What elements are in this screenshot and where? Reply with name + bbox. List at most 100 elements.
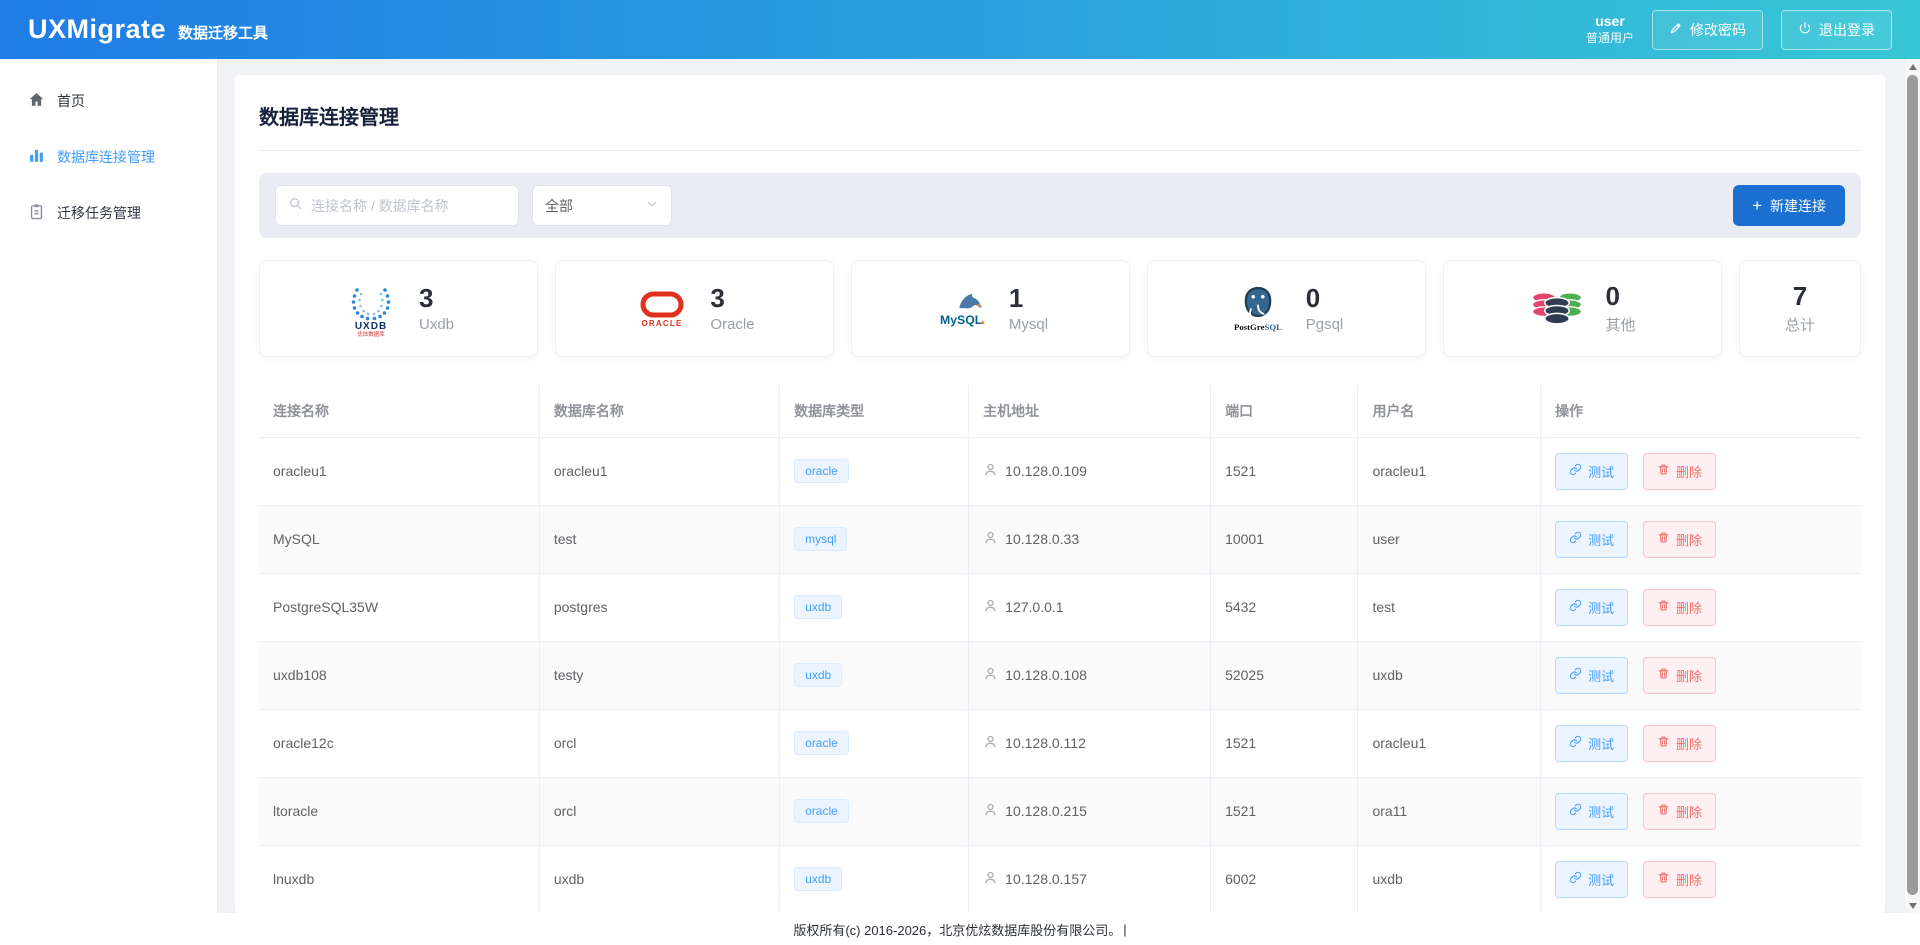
sidebar-item-migration-tasks[interactable]: 迁移任务管理 bbox=[0, 185, 217, 241]
logout-button[interactable]: 退出登录 bbox=[1781, 10, 1892, 50]
col-connection-name: 连接名称 bbox=[259, 385, 539, 437]
home-icon bbox=[28, 91, 45, 111]
copyright-text: 版权所有(c) 2016-2026，北京优炫数据库股份有限公司。 bbox=[793, 920, 1121, 939]
stat-card-mysql: MySQL 1 Mysql bbox=[851, 260, 1130, 357]
connection-name: MySQL bbox=[273, 531, 320, 547]
stats-row: UXDB 优炫数据库 3 Uxdb ORACLE bbox=[259, 260, 1861, 357]
stat-count: 3 bbox=[419, 284, 454, 314]
sidebar: 首页 数据库连接管理 迁移任务管理 bbox=[0, 59, 218, 913]
connection-name: PostgreSQL35W bbox=[273, 599, 378, 615]
app-header: UXMigrate 数据迁移工具 user 普通用户 修改密码 退出登录 bbox=[0, 0, 1920, 59]
link-icon bbox=[1569, 667, 1582, 683]
host-address: 10.128.0.33 bbox=[1005, 531, 1079, 547]
db-type-badge: uxdb bbox=[794, 595, 842, 619]
link-icon bbox=[1569, 735, 1582, 751]
port: 6002 bbox=[1225, 871, 1256, 887]
database-name: test bbox=[554, 531, 577, 547]
link-icon bbox=[1569, 599, 1582, 615]
username: user bbox=[1586, 13, 1634, 31]
main-content: 数据库连接管理 全部 + 新建连接 bbox=[218, 59, 1920, 913]
database-name: orcl bbox=[554, 735, 577, 751]
test-button[interactable]: 测试 bbox=[1555, 725, 1628, 762]
delete-button[interactable]: 删除 bbox=[1643, 861, 1716, 898]
stat-label: Uxdb bbox=[419, 316, 454, 333]
test-button[interactable]: 测试 bbox=[1555, 521, 1628, 558]
user-info: user 普通用户 bbox=[1586, 13, 1634, 46]
stat-label: Oracle bbox=[710, 316, 754, 333]
table-row: ltoracle orcl oracle 10.128.0.215 1521 o… bbox=[259, 777, 1861, 845]
search-input[interactable] bbox=[311, 198, 506, 214]
change-password-button[interactable]: 修改密码 bbox=[1652, 10, 1763, 50]
username-cell: uxdb bbox=[1372, 871, 1402, 887]
db-type-badge: mysql bbox=[794, 527, 847, 551]
scrollbar-thumb[interactable] bbox=[1907, 75, 1918, 895]
stat-label: 其他 bbox=[1605, 314, 1635, 335]
db-type-select[interactable]: 全部 bbox=[532, 185, 672, 226]
database-name: uxdb bbox=[554, 871, 584, 887]
delete-button[interactable]: 删除 bbox=[1643, 453, 1716, 490]
host-icon bbox=[983, 734, 998, 752]
username-cell: uxdb bbox=[1372, 667, 1402, 683]
scroll-up-arrow[interactable] bbox=[1905, 59, 1920, 74]
stat-label: Pgsql bbox=[1306, 316, 1344, 333]
test-button[interactable]: 测试 bbox=[1555, 589, 1628, 626]
new-connection-button[interactable]: + 新建连接 bbox=[1733, 185, 1845, 226]
search-box[interactable] bbox=[275, 185, 519, 226]
db-type-badge: oracle bbox=[794, 731, 849, 755]
bar-chart-icon bbox=[28, 147, 45, 167]
svg-text:ORACLE: ORACLE bbox=[642, 319, 683, 328]
link-icon bbox=[1569, 871, 1582, 887]
db-type-badge: uxdb bbox=[794, 663, 842, 687]
db-type-badge: uxdb bbox=[794, 867, 842, 891]
stat-label: Mysql bbox=[1009, 316, 1048, 333]
trash-icon bbox=[1657, 803, 1670, 819]
delete-button[interactable]: 删除 bbox=[1643, 725, 1716, 762]
host-address: 10.128.0.157 bbox=[1005, 871, 1087, 887]
test-button[interactable]: 测试 bbox=[1555, 657, 1628, 694]
text-cursor: | bbox=[1123, 922, 1126, 937]
scroll-down-arrow[interactable] bbox=[1905, 898, 1920, 913]
stat-card-oracle: ORACLE 3 Oracle bbox=[555, 260, 834, 357]
test-button[interactable]: 测试 bbox=[1555, 793, 1628, 830]
username-cell: ora11 bbox=[1372, 803, 1407, 819]
table-header-row: 连接名称 数据库名称 数据库类型 主机地址 端口 用户名 操作 bbox=[259, 385, 1861, 437]
table-row: uxdb108 testy uxdb 10.128.0.108 52025 ux… bbox=[259, 641, 1861, 709]
connection-name: uxdb108 bbox=[273, 667, 327, 683]
delete-button[interactable]: 删除 bbox=[1643, 521, 1716, 558]
col-database-type: 数据库类型 bbox=[780, 385, 969, 437]
sidebar-item-db-connections[interactable]: 数据库连接管理 bbox=[0, 129, 217, 185]
vertical-scrollbar[interactable] bbox=[1905, 59, 1920, 913]
connection-name: oracleu1 bbox=[273, 463, 327, 479]
test-button[interactable]: 测试 bbox=[1555, 861, 1628, 898]
other-db-icon bbox=[1529, 281, 1585, 337]
user-role: 普通用户 bbox=[1586, 31, 1634, 46]
host-icon bbox=[983, 462, 998, 480]
host-address: 127.0.0.1 bbox=[1005, 599, 1063, 615]
port: 1521 bbox=[1225, 735, 1256, 751]
host-address: 10.128.0.215 bbox=[1005, 803, 1087, 819]
filter-bar: 全部 + 新建连接 bbox=[259, 173, 1861, 238]
delete-button[interactable]: 删除 bbox=[1643, 657, 1716, 694]
username-cell: user bbox=[1372, 531, 1399, 547]
port: 5432 bbox=[1225, 599, 1256, 615]
trash-icon bbox=[1657, 667, 1670, 683]
host-icon bbox=[983, 802, 998, 820]
svg-text:PostGreSQL: PostGreSQL bbox=[1234, 322, 1282, 332]
sidebar-item-home[interactable]: 首页 bbox=[0, 73, 217, 129]
delete-button[interactable]: 删除 bbox=[1643, 793, 1716, 830]
stat-card-total: 7 总计 bbox=[1739, 260, 1861, 357]
col-host-address: 主机地址 bbox=[969, 385, 1211, 437]
table-row: lnuxdb uxdb uxdb 10.128.0.157 6002 uxdb … bbox=[259, 845, 1861, 913]
delete-button[interactable]: 删除 bbox=[1643, 589, 1716, 626]
svg-text:MySQL: MySQL bbox=[940, 312, 983, 326]
stat-count: 0 bbox=[1605, 282, 1635, 312]
page-title: 数据库连接管理 bbox=[259, 101, 1861, 130]
test-button[interactable]: 测试 bbox=[1555, 453, 1628, 490]
pencil-icon bbox=[1669, 21, 1683, 38]
stat-count: 3 bbox=[710, 284, 754, 314]
stat-count: 0 bbox=[1306, 284, 1344, 314]
svg-text:优炫数据库: 优炫数据库 bbox=[357, 330, 385, 337]
link-icon bbox=[1569, 531, 1582, 547]
database-name: postgres bbox=[554, 599, 608, 615]
connection-name: ltoracle bbox=[273, 803, 318, 819]
